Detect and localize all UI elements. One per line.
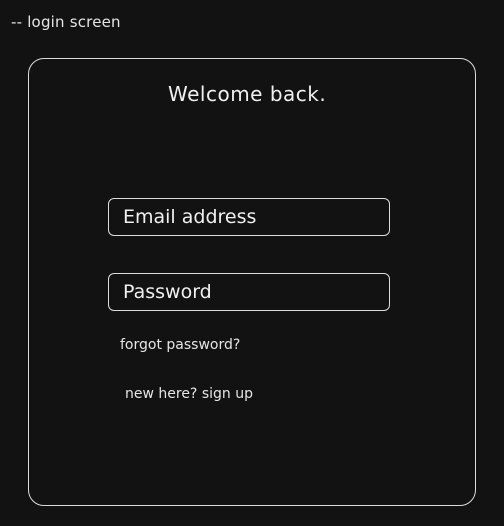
sign-up-link[interactable]: new here? sign up xyxy=(125,386,253,402)
screen-annotation: -- login screen xyxy=(11,13,121,31)
password-field[interactable] xyxy=(108,273,390,311)
email-field[interactable] xyxy=(108,198,390,236)
page-title: Welcome back. xyxy=(168,82,327,106)
forgot-password-link[interactable]: forgot password? xyxy=(120,337,240,353)
